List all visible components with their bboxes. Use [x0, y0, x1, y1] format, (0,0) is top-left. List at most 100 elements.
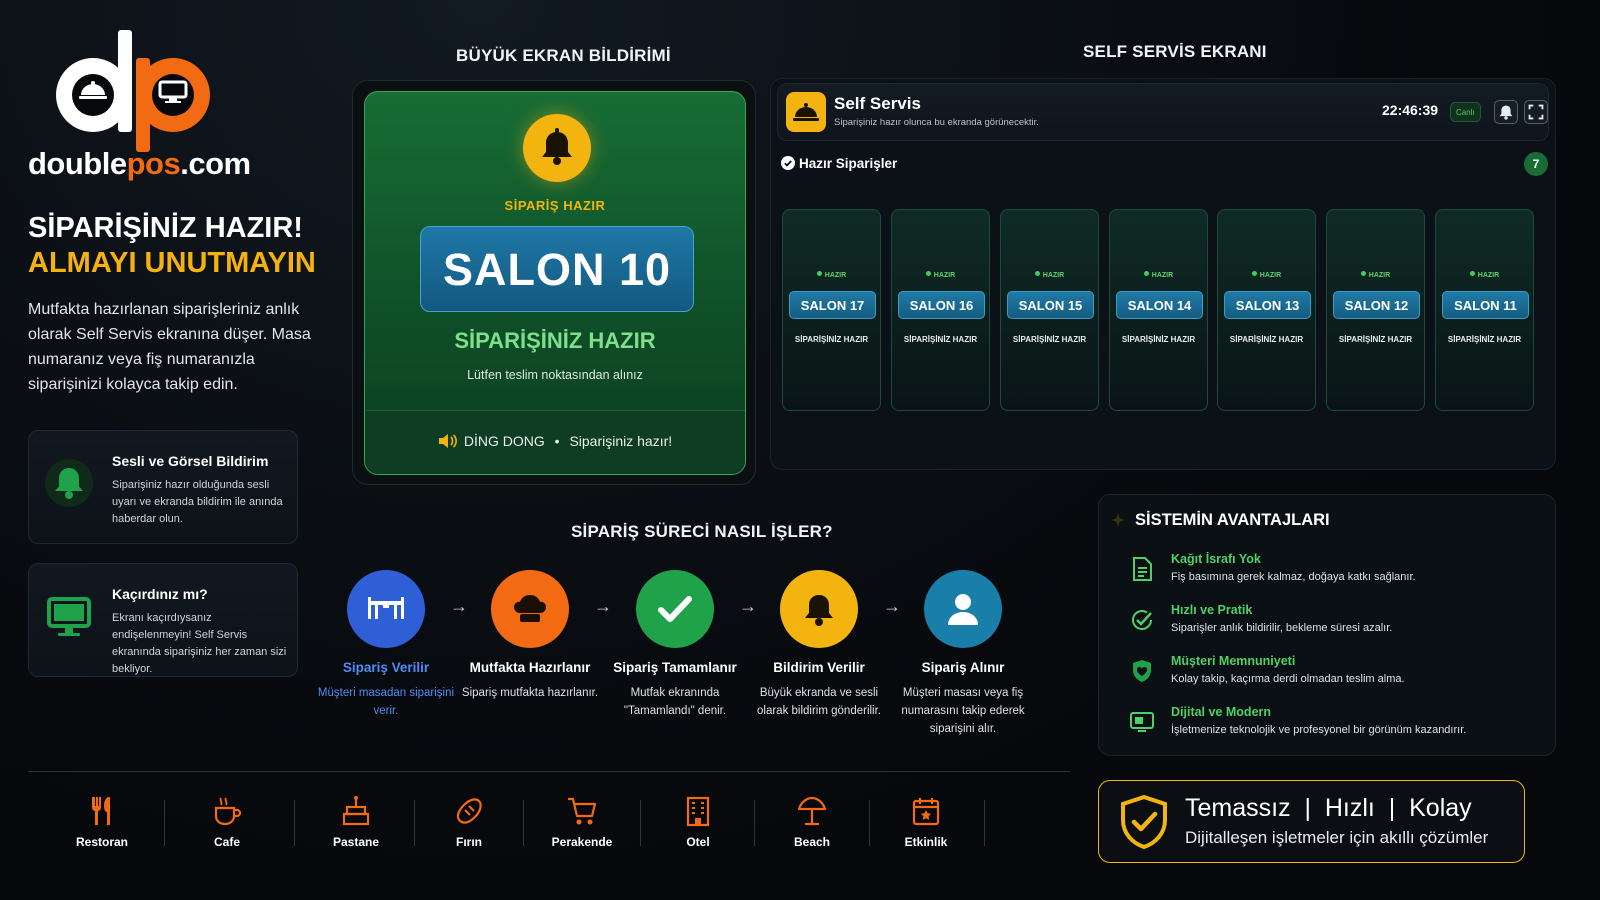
sector-etkinlik: Etkinlik [896, 794, 956, 849]
self-service-subtitle: Siparişiniz hazır olunca bu ekranda görü… [834, 117, 1039, 128]
order-status: SİPARİŞİNİZ HAZIR [1121, 335, 1196, 344]
hotel-icon [686, 796, 710, 827]
calendar-star-icon [912, 798, 940, 826]
notification-button[interactable] [1494, 100, 1518, 124]
check-badge-icon [1132, 610, 1152, 630]
sound-separator: • [554, 433, 560, 449]
advantage-title: Müşteri Memnuniyeti [1171, 654, 1296, 668]
ready-orders-heading: Hazır Siparişler [781, 156, 897, 171]
tagline-line2: Dijitalleşen işletmeler için akıllı çözü… [1185, 828, 1489, 847]
process-step-order: Sipariş Verilir Müşteri masadan siparişi… [316, 570, 456, 720]
tagline-card: Temassız | Hızlı | Kolay Dijitalleşen iş… [1098, 780, 1525, 863]
step-desc: Müşteri masadan siparişini verir. [317, 687, 455, 717]
step-desc: Büyük ekranda ve sesli olarak bildirim g… [757, 687, 881, 717]
process-step-complete: Sipariş Tamamlanır Mutfak ekranında "Tam… [605, 570, 745, 720]
sound-label: DİNG DONG [463, 433, 545, 449]
big-subtext: Lütfen teslim noktasından alınız [467, 368, 643, 382]
self-service-panel: Self Servis Siparişiniz hazır olunca bu … [770, 78, 1556, 470]
step-icon-badge [924, 570, 1002, 648]
sector-label: Etkinlik [904, 835, 948, 849]
brand-name: doublepos.com [28, 146, 251, 181]
process-step-pickup: Sipariş Alınır Müşteri masası veya fiş n… [893, 570, 1033, 738]
check-circle-icon [781, 156, 795, 170]
info-card-desc: Ekranı kaçırdıysanız endişelenmeyin! Sel… [112, 612, 287, 675]
sound-message: Siparişiniz hazır! [569, 433, 673, 449]
step-icon-badge [636, 570, 714, 648]
clock: 22:46:39 [1382, 102, 1439, 118]
big-sound-footer: DİNG DONG • Siparişiniz hazır! [365, 410, 745, 474]
order-salon: SALON 16 [898, 291, 985, 319]
intro-text: Mutfakta hazırlanan siparişleriniz anlık… [28, 301, 311, 393]
cloche-badge [786, 92, 826, 132]
big-salon-number: SALON 10 [420, 226, 694, 312]
sector-label: Fırın [456, 835, 482, 849]
process-section-title: SİPARİŞ SÜRECİ NASIL İŞLER? [571, 522, 833, 541]
order-card: HAZIR SALON 12 SİPARİŞİNİZ HAZIR [1326, 209, 1425, 411]
live-badge: Canlı [1450, 102, 1481, 122]
order-salon: SALON 12 [1333, 291, 1420, 319]
order-card: HAZIR SALON 13 SİPARİŞİNİZ HAZIR [1217, 209, 1316, 411]
self-service-header: Self Servis Siparişiniz hazır olunca bu … [777, 83, 1549, 141]
order-status: SİPARİŞİNİZ HAZIR [794, 335, 869, 344]
advantage-title: Kağıt İsrafı Yok [1171, 552, 1261, 566]
sparkle-icon [1111, 513, 1125, 527]
bell-badge [523, 114, 591, 182]
order-salon: SALON 15 [1007, 291, 1094, 319]
fullscreen-button[interactable] [1524, 100, 1548, 124]
advantage-desc: Fiş basımına gerek kalmaz, doğaya katkı … [1171, 571, 1416, 583]
sector-label: Perakende [551, 835, 613, 849]
headline-secondary: ALMAYI UNUTMAYIN [28, 247, 316, 279]
order-status: SİPARİŞİNİZ HAZIR [1447, 335, 1522, 344]
step-icon-badge [347, 570, 425, 648]
sector-firin: Fırın [439, 794, 499, 849]
order-tag: HAZIR [1327, 271, 1424, 279]
advantage-title: Hızlı ve Pratik [1171, 603, 1253, 617]
fullscreen-icon [1528, 104, 1544, 120]
self-service-title: Self Servis [834, 94, 921, 113]
order-tag: HAZIR [1110, 271, 1207, 279]
step-name: Sipariş Verilir [342, 660, 430, 675]
advantage-title: Dijital ve Modern [1171, 705, 1272, 719]
umbrella-icon [797, 796, 827, 826]
speaker-icon [438, 434, 457, 448]
sector-label: Pastane [332, 835, 380, 849]
process-step-notify: Bildirim Verilir Büyük ekranda ve sesli … [749, 570, 889, 720]
document-icon [1133, 557, 1152, 581]
order-card: HAZIR SALON 14 SİPARİŞİNİZ HAZIR [1109, 209, 1208, 411]
big-status: SİPARİŞİNİZ HAZIR [454, 328, 656, 353]
self-service-section-title: SELF SERVİS EKRANI [1083, 42, 1267, 61]
bell-icon [45, 459, 93, 507]
sector-cafe: Cafe [197, 794, 257, 849]
tagline-line1: Temassız | Hızlı | Kolay [1185, 794, 1472, 822]
cloche-icon [79, 81, 107, 99]
step-name: Sipariş Tamamlanır [613, 660, 737, 675]
headline-primary: SİPARİŞİNİZ HAZIR! [28, 212, 303, 244]
advantage-desc: İşletmenize teknolojik ve profesyonel bi… [1171, 724, 1467, 736]
heart-shield-icon [1133, 660, 1151, 682]
advantage-desc: Kolay takip, kaçırma derdi olmadan tesli… [1171, 673, 1405, 685]
coffee-icon [214, 797, 242, 826]
order-status: SİPARİŞİNİZ HAZIR [1012, 335, 1087, 344]
sector-separator [294, 800, 295, 846]
order-salon: SALON 11 [1442, 291, 1529, 319]
step-icon-badge [491, 570, 569, 648]
order-card: HAZIR SALON 11 SİPARİŞİNİZ HAZIR [1435, 209, 1534, 411]
cloche-icon [793, 103, 819, 121]
ready-orders-label: Hazır Siparişler [799, 156, 898, 171]
bread-icon [456, 798, 482, 824]
step-name: Sipariş Alınır [921, 660, 1005, 675]
user-icon [948, 594, 978, 625]
info-card-notification: Sesli ve Görsel Bildirim Siparişiniz haz… [28, 430, 298, 544]
monitor-icon [158, 80, 188, 103]
order-salon: SALON 13 [1224, 291, 1311, 319]
info-card-desc: Siparişiniz hazır olduğunda sesli uyarı … [112, 479, 283, 525]
monitor-icon [47, 597, 91, 636]
cake-icon [342, 796, 370, 826]
advantage-desc: Siparişler anlık bildirilir, bekleme sür… [1171, 622, 1393, 634]
step-name: Bildirim Verilir [773, 660, 865, 675]
shield-check-icon [1121, 795, 1167, 849]
order-tag: HAZIR [1436, 271, 1533, 279]
advantages-title: SİSTEMİN AVANTAJLARI [1135, 511, 1330, 529]
order-status: SİPARİŞİNİZ HAZIR [1338, 335, 1413, 344]
bell-icon [1499, 105, 1513, 120]
